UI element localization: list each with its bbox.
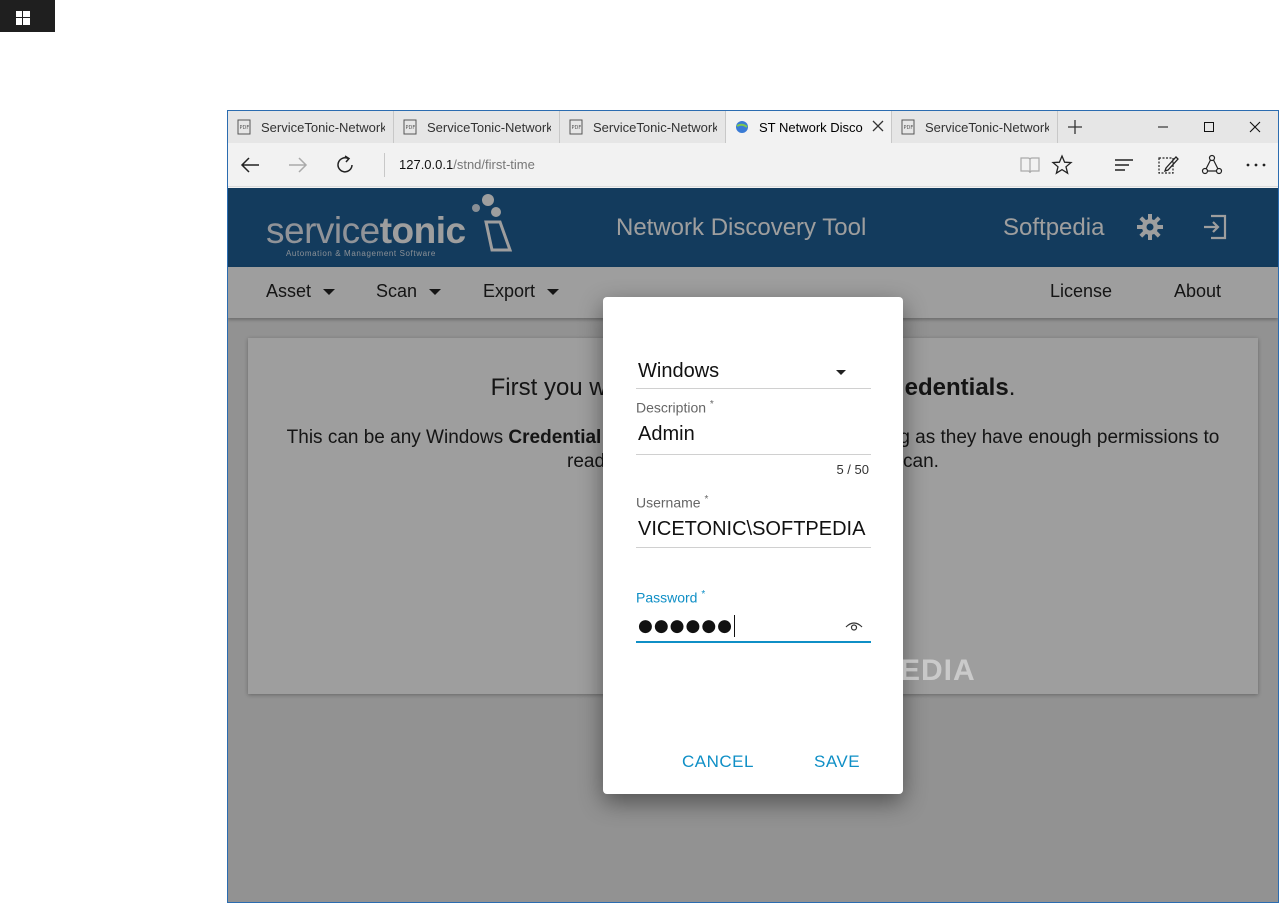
close-window-button[interactable] bbox=[1232, 111, 1278, 143]
tab-label: ServiceTonic-Network bbox=[925, 119, 1049, 135]
svg-text:PDF: PDF bbox=[904, 125, 914, 131]
username-field[interactable]: Username * VICETONIC\SOFTPEDIA bbox=[636, 494, 871, 549]
description-label: Description * bbox=[636, 399, 714, 416]
select-underline bbox=[636, 388, 871, 389]
close-tab-icon[interactable] bbox=[871, 119, 885, 133]
more-dots-icon bbox=[1246, 163, 1266, 167]
description-field[interactable]: Description * Admin 5 / 50 bbox=[636, 399, 871, 479]
arrow-left-icon bbox=[240, 157, 259, 173]
hub-button[interactable] bbox=[1112, 153, 1136, 177]
url-divider bbox=[384, 153, 385, 177]
credential-dialog: Windows Description * Admin 5 / 50 Usern… bbox=[603, 297, 903, 794]
more-button[interactable] bbox=[1244, 153, 1268, 177]
reading-view-button[interactable] bbox=[1018, 153, 1042, 177]
pdf-icon: PDF bbox=[901, 119, 915, 135]
url-field[interactable]: 127.0.0.1/stnd/first-time bbox=[399, 157, 535, 172]
tab-label: ServiceTonic-Network bbox=[427, 119, 551, 135]
credential-type-select[interactable]: Windows bbox=[636, 360, 871, 390]
maximize-button[interactable] bbox=[1186, 111, 1232, 143]
globe-icon bbox=[736, 121, 748, 133]
description-underline bbox=[636, 454, 871, 455]
tab-label: ServiceTonic-Network bbox=[261, 119, 385, 135]
windows-start-button[interactable] bbox=[0, 0, 55, 32]
required-mark: * bbox=[704, 494, 709, 505]
browser-tab[interactable]: PDF ServiceTonic-Network bbox=[560, 111, 726, 143]
description-label-text: Description bbox=[636, 399, 707, 416]
required-mark: * bbox=[709, 399, 714, 410]
arrow-right-icon bbox=[289, 157, 308, 173]
url-host: 127.0.0.1 bbox=[399, 157, 454, 172]
share-icon bbox=[1201, 154, 1223, 175]
pdf-icon: PDF bbox=[237, 119, 251, 135]
minimize-button[interactable] bbox=[1140, 111, 1186, 143]
browser-tab[interactable]: PDF ServiceTonic-Network bbox=[228, 111, 394, 143]
password-input[interactable]: ●●●●●● bbox=[638, 615, 736, 637]
password-label-text: Password bbox=[636, 589, 698, 606]
new-tab-icon[interactable] bbox=[1065, 117, 1085, 137]
web-note-button[interactable] bbox=[1156, 153, 1180, 177]
caret-down-icon bbox=[836, 370, 846, 375]
pen-note-icon bbox=[1158, 156, 1179, 174]
description-counter: 5 / 50 bbox=[836, 462, 869, 477]
eye-icon[interactable] bbox=[845, 619, 863, 633]
text-cursor bbox=[734, 615, 736, 637]
username-underline bbox=[636, 547, 871, 548]
password-mask: ●●●●●● bbox=[638, 616, 734, 636]
refresh-icon bbox=[337, 155, 353, 173]
favorite-button[interactable] bbox=[1050, 153, 1074, 177]
svg-text:PDF: PDF bbox=[406, 125, 416, 131]
star-icon bbox=[1051, 154, 1073, 175]
browser-window: PDF ServiceTonic-Network PDF ServiceToni… bbox=[227, 110, 1279, 903]
windows-logo-icon bbox=[16, 11, 30, 25]
refresh-button[interactable] bbox=[334, 153, 358, 177]
password-label: Password * bbox=[636, 589, 705, 606]
pdf-icon: PDF bbox=[569, 119, 583, 135]
credential-type-value: Windows bbox=[638, 360, 720, 382]
svg-text:PDF: PDF bbox=[572, 125, 582, 131]
minimize-icon bbox=[1158, 126, 1168, 128]
save-button[interactable]: SAVE bbox=[814, 752, 860, 772]
forward-button[interactable] bbox=[286, 153, 310, 177]
browser-tab[interactable]: PDF ServiceTonic-Network bbox=[892, 111, 1058, 143]
address-bar: 127.0.0.1/stnd/first-time bbox=[228, 143, 1278, 187]
username-label: Username * bbox=[636, 494, 708, 511]
softpedia-watermark: SOFTPEDIA bbox=[795, 654, 976, 687]
maximize-icon bbox=[1204, 122, 1214, 132]
password-underline bbox=[636, 641, 871, 643]
back-button[interactable] bbox=[238, 153, 262, 177]
tab-bar: PDF ServiceTonic-Network PDF ServiceToni… bbox=[228, 111, 1278, 143]
close-icon bbox=[1249, 121, 1261, 133]
browser-tab-active[interactable]: ST Network Disco bbox=[726, 111, 892, 143]
url-path: /stnd/first-time bbox=[453, 157, 535, 172]
password-field[interactable]: Password * ●●●●●● bbox=[636, 589, 871, 644]
hub-icon bbox=[1115, 159, 1133, 171]
svg-text:PDF: PDF bbox=[240, 125, 250, 131]
required-mark: * bbox=[701, 589, 706, 600]
page-content: servicetonic Automation & Management Sof… bbox=[228, 188, 1278, 902]
book-icon bbox=[1020, 157, 1040, 174]
cancel-button[interactable]: CANCEL bbox=[682, 752, 754, 772]
tab-label: ServiceTonic-Network bbox=[593, 119, 717, 135]
pdf-icon: PDF bbox=[403, 119, 417, 135]
tab-label: ST Network Disco bbox=[759, 119, 863, 135]
share-button[interactable] bbox=[1200, 153, 1224, 177]
username-input[interactable]: VICETONIC\SOFTPEDIA bbox=[638, 518, 871, 541]
browser-tab[interactable]: PDF ServiceTonic-Network bbox=[394, 111, 560, 143]
description-input[interactable]: Admin bbox=[638, 423, 695, 446]
username-label-text: Username bbox=[636, 494, 701, 511]
